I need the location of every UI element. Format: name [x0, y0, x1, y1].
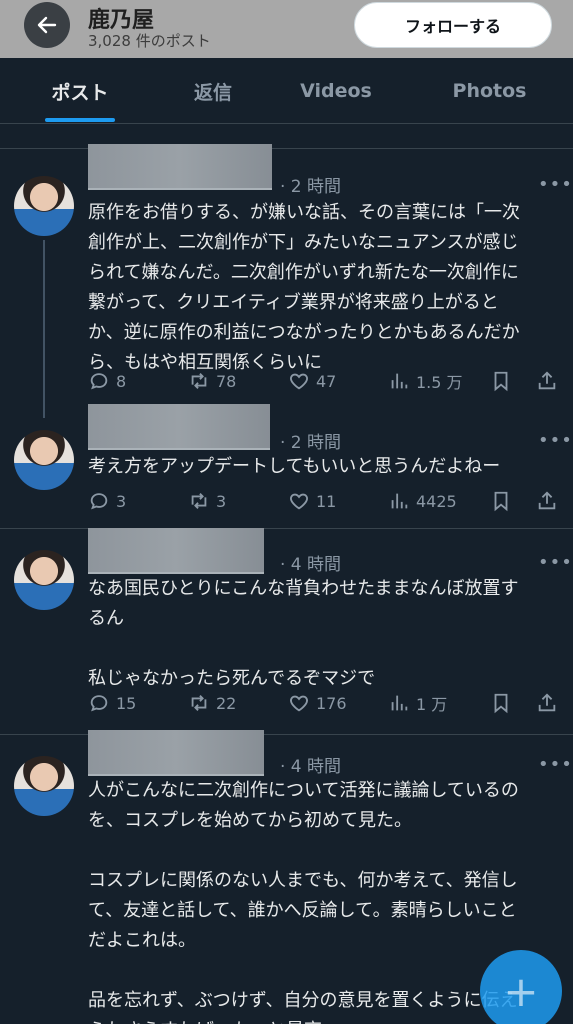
bookmark-icon: [494, 371, 508, 392]
profile-tabs: ポスト 返信 Videos Photos: [0, 58, 573, 124]
compose-button[interactable]: +: [480, 950, 562, 1024]
like-count: 47: [316, 371, 337, 391]
repost-icon: [191, 373, 207, 389]
like-count: 11: [316, 491, 337, 511]
share-icon: [538, 693, 556, 712]
bookmark-icon: [494, 491, 508, 512]
analytics-icon: [391, 695, 408, 711]
heart-icon: [290, 695, 308, 712]
avatar[interactable]: [14, 176, 74, 236]
reply-icon: [90, 373, 108, 390]
back-button[interactable]: [24, 2, 70, 48]
reply-button[interactable]: 3: [88, 488, 126, 514]
more-icon[interactable]: •••: [538, 174, 573, 195]
post-text: 考え方をアップデートしてもいいと思うんだよねー: [88, 456, 501, 477]
post-count: 3,028 件のポスト: [88, 32, 211, 50]
share-button[interactable]: [536, 488, 558, 514]
redacted-username: [88, 404, 270, 450]
like-button[interactable]: 47: [288, 368, 336, 394]
tab-replies[interactable]: 返信: [160, 58, 266, 124]
avatar[interactable]: [14, 550, 74, 610]
view-count: 1 万: [416, 695, 448, 714]
repost-count: 78: [216, 371, 237, 391]
reply-icon: [90, 493, 108, 510]
analytics-icon: [391, 373, 408, 389]
bookmark-button[interactable]: [490, 368, 512, 394]
share-icon: [538, 371, 556, 390]
thread-line: [43, 240, 45, 418]
tab-videos[interactable]: Videos: [266, 58, 406, 124]
redacted-username: [88, 730, 264, 776]
view-count: 4425: [416, 491, 457, 511]
tab-posts[interactable]: ポスト: [0, 58, 160, 124]
repost-count: 3: [216, 491, 227, 511]
post-text: 原作をお借りする、が嫌いな話、その言葉には「一次 創作が上、二次創作が下」みたい…: [88, 202, 520, 373]
post-2[interactable]: · 2 時間 ••• 考え方をアップデートしてもいいと思うんだよねー 3 3 1…: [0, 404, 573, 526]
repost-button[interactable]: 3: [188, 488, 226, 514]
reply-count: 3: [116, 491, 127, 511]
post-text: なあ国民ひとりにこんな背負わせたままなんぼ放置す るん 私じゃなかったら死んでる…: [88, 578, 519, 689]
share-button[interactable]: [536, 690, 558, 716]
views-button[interactable]: 1.5 万: [388, 368, 463, 394]
post-time[interactable]: · 2 時間: [280, 428, 341, 453]
like-button[interactable]: 176: [288, 690, 347, 716]
arrow-left-icon: [37, 16, 57, 34]
post-3[interactable]: · 4 時間 ••• なあ国民ひとりにこんな背負わせたままなんぼ放置す るん 私…: [0, 528, 573, 734]
active-tab-indicator: [45, 118, 115, 122]
share-button[interactable]: [536, 368, 558, 394]
redacted-username: [88, 144, 272, 190]
repost-button[interactable]: 78: [188, 368, 236, 394]
reply-count: 8: [116, 371, 127, 391]
post-1[interactable]: · 2 時間 ••• 原作をお借りする、が嫌いな話、その言葉には「一次 創作が上…: [0, 144, 573, 418]
reply-button[interactable]: 15: [88, 690, 136, 716]
post-actions: 8 78 47 1.5 万: [88, 368, 560, 394]
repost-icon: [191, 493, 207, 509]
repost-icon: [191, 695, 207, 711]
heart-icon: [290, 373, 308, 390]
views-button[interactable]: 1 万: [388, 690, 447, 716]
more-icon[interactable]: •••: [538, 430, 573, 451]
follow-button[interactable]: フォローする: [354, 2, 552, 48]
post-time[interactable]: · 4 時間: [280, 752, 341, 777]
views-button[interactable]: 4425: [388, 488, 457, 514]
post-actions: 3 3 11 4425: [88, 488, 560, 514]
analytics-icon: [391, 493, 408, 509]
view-count: 1.5 万: [416, 373, 463, 392]
post-time[interactable]: · 4 時間: [280, 550, 341, 575]
more-icon[interactable]: •••: [538, 754, 573, 775]
avatar[interactable]: [14, 430, 74, 490]
like-count: 176: [316, 693, 347, 713]
avatar[interactable]: [14, 756, 74, 816]
share-icon: [538, 491, 556, 510]
bookmark-button[interactable]: [490, 488, 512, 514]
reply-count: 15: [116, 693, 137, 713]
post-time[interactable]: · 2 時間: [280, 172, 341, 197]
bookmark-button[interactable]: [490, 690, 512, 716]
post-actions: 15 22 176 1 万: [88, 690, 560, 716]
profile-header: 鹿乃屋 3,028 件のポスト フォローする: [0, 0, 573, 58]
reply-button[interactable]: 8: [88, 368, 126, 394]
bookmark-icon: [494, 693, 508, 714]
more-icon[interactable]: •••: [538, 552, 573, 573]
reply-icon: [90, 695, 108, 712]
tab-photos[interactable]: Photos: [406, 58, 573, 124]
repost-count: 22: [216, 693, 237, 713]
repost-button[interactable]: 22: [188, 690, 236, 716]
like-button[interactable]: 11: [288, 488, 336, 514]
heart-icon: [290, 493, 308, 510]
redacted-username: [88, 528, 264, 574]
